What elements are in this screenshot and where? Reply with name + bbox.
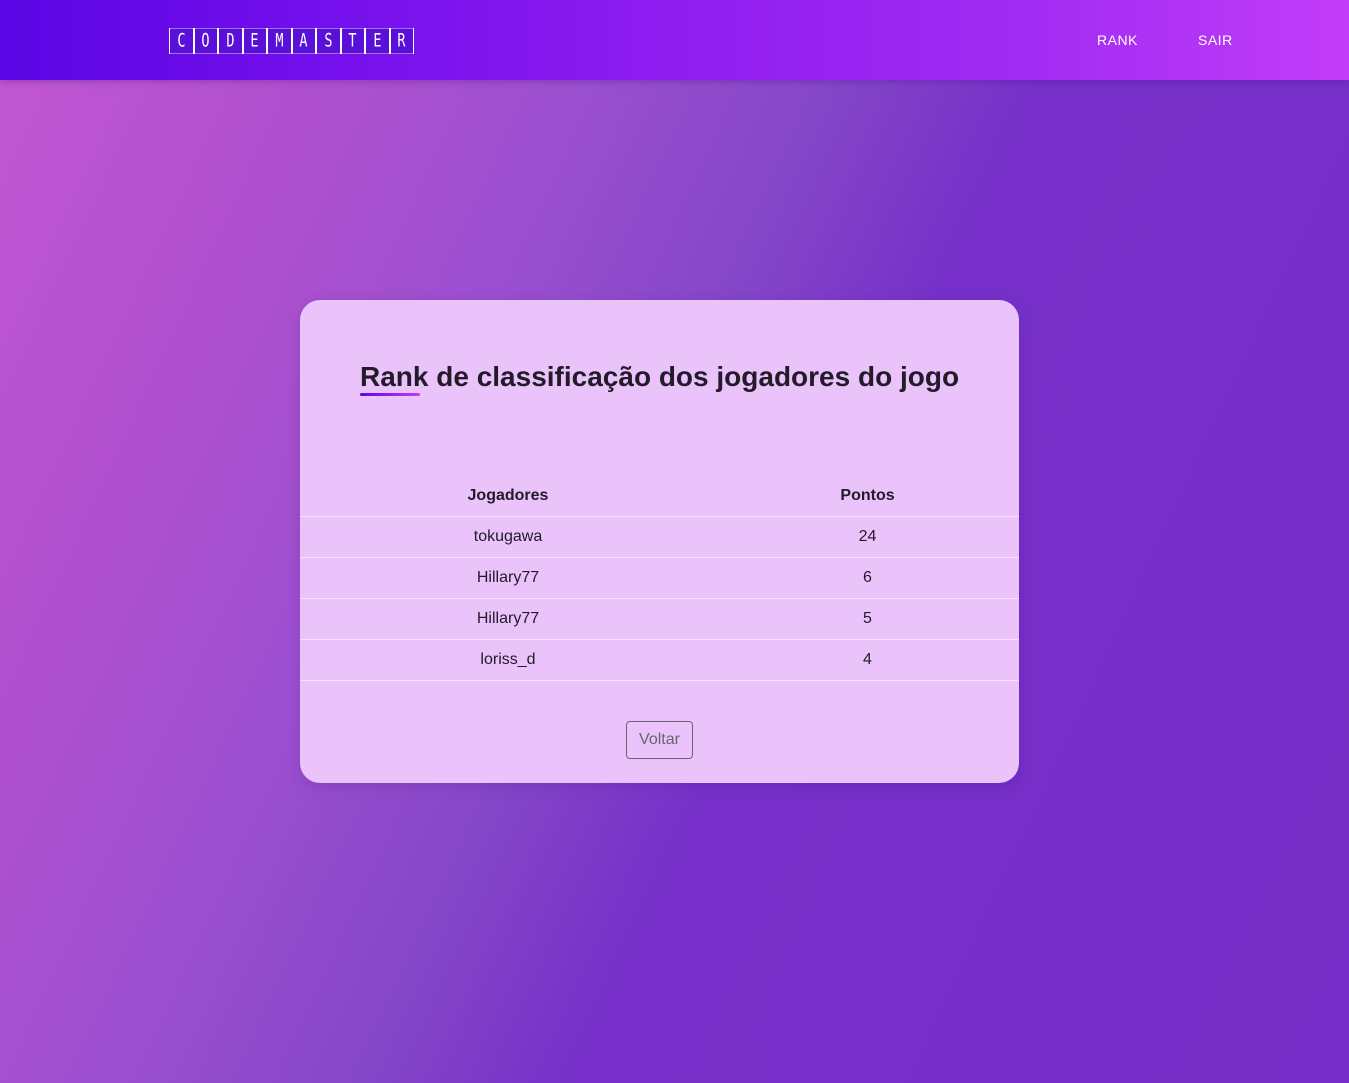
player-points-cell: 24 [716,516,1019,558]
column-header-points: Pontos [716,475,1019,517]
page-title: Rank de classificação dos jogadores do j… [360,361,960,392]
column-header-players: Jogadores [300,475,716,517]
logo-letter: E [366,28,389,54]
codemaster-logo[interactable]: C O D E M A S T E R [169,28,414,54]
ranking-table: Jogadores Pontos tokugawa 24 Hillary77 6… [300,475,1019,681]
player-name-cell: Hillary77 [300,557,716,599]
logo-letter: T [341,28,364,54]
table-header-row: Jogadores Pontos [300,475,1019,517]
rank-card: Rank de classificação dos jogadores do j… [300,300,1019,783]
table-row: loriss_d 4 [300,639,1019,681]
back-button[interactable]: Voltar [626,721,693,759]
logo-letter: O [194,28,217,54]
table-row: Hillary77 6 [300,557,1019,599]
nav-link-rank[interactable]: RANK [1097,31,1138,49]
player-name-cell: tokugawa [300,516,716,558]
logo-letter: A [292,28,315,54]
player-points-cell: 4 [716,639,1019,681]
logo-letter: C [170,28,193,54]
player-name-cell: Hillary77 [300,598,716,640]
table-row: tokugawa 24 [300,516,1019,558]
top-navbar: C O D E M A S T E R RANK SAIR [0,0,1349,80]
logo-letter: E [243,28,266,54]
logo-letter: M [268,28,291,54]
title-underline-accent [360,393,420,396]
logo-letter: R [390,28,413,54]
logo-letter: D [219,28,242,54]
player-points-cell: 6 [716,557,1019,599]
logo-letter: S [317,28,340,54]
player-name-cell: loriss_d [300,639,716,681]
player-points-cell: 5 [716,598,1019,640]
nav-link-sair[interactable]: SAIR [1198,31,1233,49]
table-row: Hillary77 5 [300,598,1019,640]
